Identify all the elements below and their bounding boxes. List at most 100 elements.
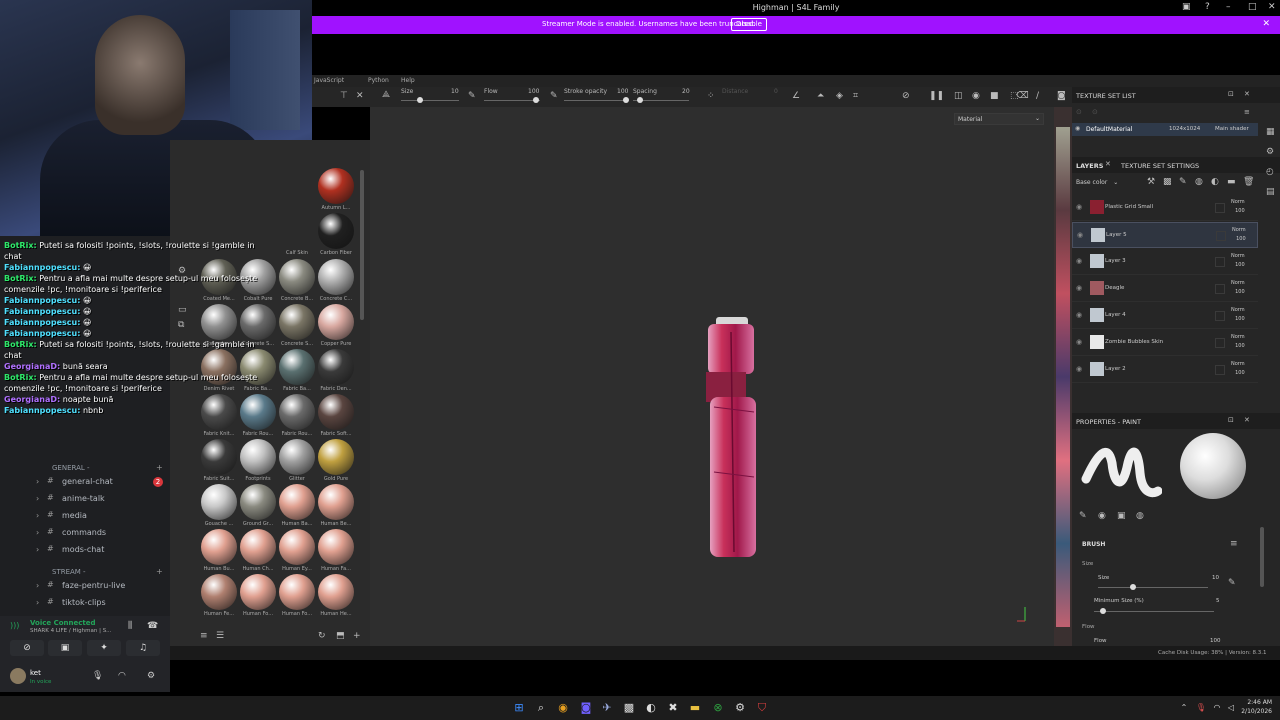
min-size-slider-handle[interactable]: [1100, 608, 1106, 614]
discord-icon[interactable]: ◙: [578, 700, 594, 716]
chat-username[interactable]: GeorgianaD:: [4, 362, 60, 371]
texture-thumbs[interactable]: [1056, 127, 1070, 627]
material-thumbnail[interactable]: [201, 529, 237, 565]
mask-slot[interactable]: [1215, 203, 1225, 213]
pen-pressure-icon[interactable]: ✎: [1228, 578, 1236, 588]
render-icon[interactable]: ◉: [972, 91, 980, 101]
material-icon[interactable]: ◍: [1136, 511, 1144, 521]
shield-icon[interactable]: ⛉: [754, 700, 770, 716]
mask-slot[interactable]: [1216, 231, 1226, 241]
channel-faze-pentru-live[interactable]: › # faze-pentru-live: [0, 578, 170, 595]
layer-opacity[interactable]: 100: [1235, 208, 1245, 214]
layer-blend[interactable]: Norm 100: [1231, 360, 1245, 378]
flow-value[interactable]: 100: [528, 88, 539, 95]
xbox-icon[interactable]: ⊗: [710, 700, 726, 716]
pin-icon[interactable]: ⊡: [1228, 90, 1234, 98]
import-icon[interactable]: ⬒: [336, 631, 345, 641]
mask-slot[interactable]: [1215, 311, 1225, 321]
texture-set-row[interactable]: ◉ DefaultMaterial 1024x1024 Main shader: [1072, 123, 1258, 136]
close-icon[interactable]: ✕: [1262, 19, 1270, 29]
lazy-mouse-icon[interactable]: ⁘: [707, 91, 715, 101]
layer-row[interactable]: ◉ Zombie Bubbles Skin Norm 100: [1072, 330, 1258, 356]
layer-row[interactable]: ◉ Layer 3 Norm 100: [1072, 249, 1258, 275]
substance-icon[interactable]: ▩: [621, 700, 637, 716]
layer-blend[interactable]: Norm 100: [1231, 198, 1245, 216]
category-general[interactable]: GENERAL -: [52, 464, 90, 472]
channel-commands[interactable]: › # commands: [0, 525, 170, 542]
file-explorer-icon[interactable]: ▬: [687, 700, 703, 716]
chevron-right-icon[interactable]: ›: [36, 477, 39, 486]
soundboard-button[interactable]: ♫: [126, 640, 160, 656]
folder-icon[interactable]: ▬: [1227, 177, 1236, 187]
mask-slot[interactable]: [1215, 365, 1225, 375]
stroke-opacity-value[interactable]: 100: [617, 88, 628, 95]
microphone-icon[interactable]: 🎙: [1193, 700, 1209, 716]
material-thumbnail[interactable]: [240, 574, 276, 610]
chevron-right-icon[interactable]: ›: [36, 528, 39, 537]
size-value[interactable]: 10: [451, 88, 459, 95]
material-thumbnail[interactable]: [318, 484, 354, 520]
material-thumbnail[interactable]: [318, 213, 354, 249]
brush-size-value[interactable]: 10: [1212, 575, 1219, 581]
settings-icon[interactable]: ⚙: [732, 700, 748, 716]
size-slider[interactable]: [401, 100, 459, 101]
min-size-slider[interactable]: [1094, 611, 1214, 612]
delete-icon[interactable]: 🗑: [1243, 177, 1254, 187]
pen-pressure-icon[interactable]: ✎: [550, 91, 558, 101]
settings-icon[interactable]: ⚙: [1266, 147, 1274, 157]
menu-icon[interactable]: ≡: [1244, 108, 1250, 116]
chat-username[interactable]: Fabiannpopescu:: [4, 307, 80, 316]
min-size-value[interactable]: 5: [1216, 598, 1220, 604]
brush-flow-value[interactable]: 100: [1210, 638, 1221, 644]
close-icon[interactable]: ✕: [1105, 160, 1111, 168]
blend-mode[interactable]: Norm: [1231, 307, 1245, 313]
mask-slot[interactable]: [1215, 338, 1225, 348]
layer-row[interactable]: ◉ Plastic Grid Small Norm 100: [1072, 195, 1258, 221]
mask-slot[interactable]: [1215, 284, 1225, 294]
layer-blend[interactable]: Norm 100: [1231, 306, 1245, 324]
channel-mods-chat[interactable]: › # mods-chat: [0, 542, 170, 559]
layer-row[interactable]: ◉ Layer 4 Norm 100: [1072, 303, 1258, 329]
add-mask-icon[interactable]: ▩: [1163, 177, 1172, 187]
camera-icon[interactable]: ■: [990, 91, 999, 101]
log-icon[interactable]: ▤: [1266, 187, 1275, 197]
material-select[interactable]: Material ⌄: [954, 113, 1044, 125]
chevron-up-icon[interactable]: ⌃: [1176, 700, 1192, 716]
chevron-right-icon[interactable]: ›: [36, 511, 39, 520]
layer-opacity[interactable]: 100: [1235, 343, 1245, 349]
spacing-value[interactable]: 20: [682, 88, 690, 95]
blend-mode[interactable]: Norm: [1231, 199, 1245, 205]
forward-icon[interactable]: ⊙: [1092, 108, 1098, 116]
3d-model[interactable]: [696, 312, 766, 562]
list-view-icon[interactable]: ≡: [200, 631, 208, 641]
flow-slider[interactable]: [484, 100, 540, 101]
pin-icon[interactable]: ⊤: [340, 91, 348, 101]
spacing-slider-handle[interactable]: [637, 97, 643, 103]
material-thumbnail[interactable]: [279, 529, 315, 565]
voice-channel[interactable]: SHARK 4 LIFE / Highman | S...: [30, 628, 124, 634]
size-slider-handle[interactable]: [417, 97, 423, 103]
eye-icon[interactable]: ◉: [1076, 203, 1082, 211]
capcut-icon[interactable]: ✖: [665, 700, 681, 716]
add-paint-layer-icon[interactable]: ✎: [1179, 177, 1187, 187]
chevron-right-icon[interactable]: ›: [36, 581, 39, 590]
speaker-icon[interactable]: ◁: [1223, 700, 1239, 716]
grid-icon[interactable]: ▦: [1266, 127, 1275, 137]
material-thumbnail[interactable]: [318, 439, 354, 475]
inbox-icon[interactable]: ▣: [1182, 2, 1191, 12]
add-group-icon[interactable]: ◐: [1211, 177, 1219, 187]
chat-username[interactable]: Fabiannpopescu:: [4, 296, 80, 305]
material-thumbnail[interactable]: [279, 439, 315, 475]
eye-icon[interactable]: ◉: [1076, 284, 1082, 292]
material-thumbnail[interactable]: [318, 304, 354, 340]
brush-size-slider[interactable]: [1098, 587, 1208, 588]
menu-icon[interactable]: ≡: [1230, 539, 1238, 549]
chevron-right-icon[interactable]: ›: [36, 598, 39, 607]
close-icon[interactable]: ✕: [1268, 2, 1276, 12]
taskbar-time[interactable]: 2:46 AM: [1240, 699, 1272, 706]
menu-item-help[interactable]: Help: [401, 77, 415, 84]
channel-select[interactable]: Base color ⌄: [1076, 177, 1122, 188]
3d-viewport[interactable]: Material ⌄: [370, 107, 1054, 646]
camera-button[interactable]: ⊘: [10, 640, 44, 656]
channel-tiktok-clips[interactable]: › # tiktok-clips: [0, 595, 170, 612]
